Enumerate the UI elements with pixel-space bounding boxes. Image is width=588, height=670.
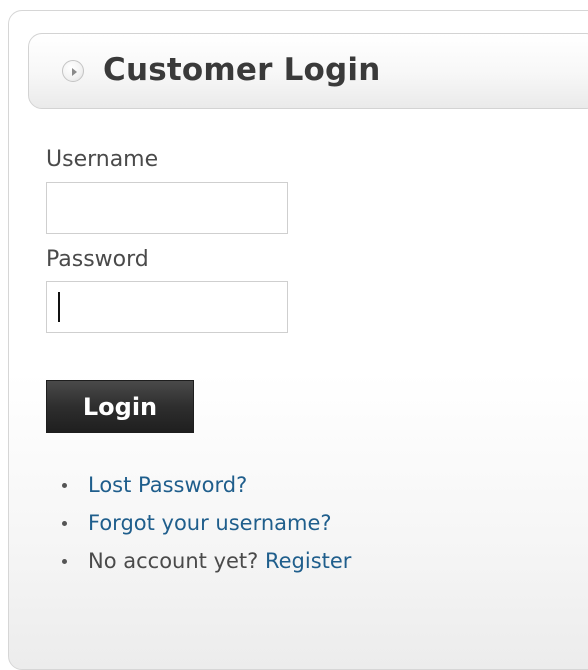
register-link[interactable]: Register <box>265 549 351 573</box>
arrow-right-circle-icon <box>62 60 84 82</box>
account-links-list: Lost Password? Forgot your username? No … <box>60 466 351 580</box>
password-input[interactable] <box>46 281 288 333</box>
text-cursor <box>58 292 60 322</box>
username-input[interactable] <box>46 182 288 234</box>
password-label: Password <box>46 247 149 272</box>
bullet-icon <box>62 521 67 526</box>
module-title: Customer Login <box>103 52 381 88</box>
forgot-username-link[interactable]: Forgot your username? <box>88 511 332 535</box>
bullet-icon <box>62 559 67 564</box>
list-item: Lost Password? <box>60 466 351 504</box>
list-item: Forgot your username? <box>60 504 351 542</box>
username-label: Username <box>46 147 159 172</box>
login-button[interactable]: Login <box>46 380 194 433</box>
lost-password-link[interactable]: Lost Password? <box>88 473 247 497</box>
no-account-text: No account yet? <box>88 549 259 573</box>
bullet-icon <box>62 483 67 488</box>
list-item: No account yet? Register <box>60 542 351 580</box>
